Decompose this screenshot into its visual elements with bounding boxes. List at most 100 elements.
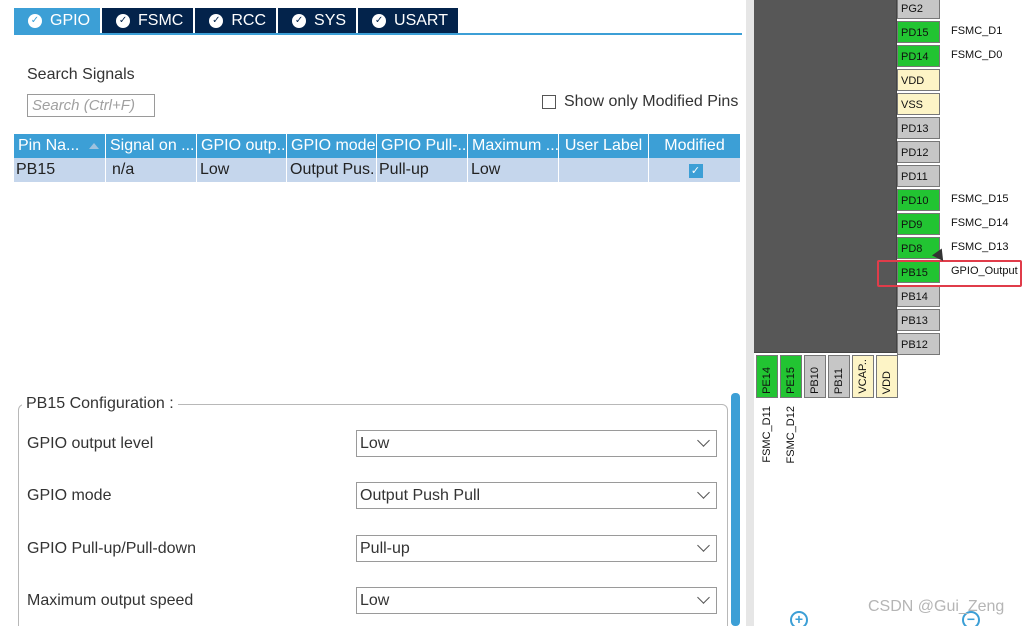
column-header-modified[interactable]: Modified xyxy=(649,134,740,158)
chevron-down-icon xyxy=(697,539,710,552)
pin-pd11[interactable]: PD11 xyxy=(897,165,940,187)
check-circle-icon: ✓ xyxy=(372,13,387,28)
zoom-in-button[interactable]: + xyxy=(790,611,808,626)
cell-pin-name: PB15 xyxy=(14,158,106,182)
column-header-gpio-pull[interactable]: GPIO Pull-... xyxy=(377,134,468,158)
tab-underline xyxy=(14,33,742,35)
pin-signal-label: FSMC_D12 xyxy=(785,406,797,464)
signals-table: Pin Na... Signal on ... GPIO outp... GPI… xyxy=(14,134,740,182)
tab-label: GPIO xyxy=(50,11,91,29)
column-header-label: Modified xyxy=(664,137,725,154)
column-header-user-label[interactable]: User Label xyxy=(559,134,649,158)
table-header: Pin Na... Signal on ... GPIO outp... GPI… xyxy=(14,134,740,158)
pin-pe15[interactable]: PE15 xyxy=(780,355,802,398)
pin-pb12[interactable]: PB12 xyxy=(897,333,940,355)
select-value: Low xyxy=(360,435,390,452)
watermark: CSDN @Gui_Zeng xyxy=(868,598,1005,615)
check-circle-icon: ✓ xyxy=(116,13,131,28)
pin-pb10[interactable]: PB10 xyxy=(804,355,826,398)
tab-label: USART xyxy=(394,11,448,29)
table-row[interactable]: PB15 n/a Low Output Pus... Pull-up Low ✓ xyxy=(14,158,740,182)
pin-signal-label: FSMC_D14 xyxy=(951,217,1009,229)
select-value: Low xyxy=(360,592,390,609)
column-header-label: GPIO outp... xyxy=(201,137,287,154)
pin-name-label: PB10 xyxy=(809,367,821,394)
sort-ascending-icon xyxy=(89,143,99,149)
pin-name-label: PE15 xyxy=(785,367,797,394)
select-value: Pull-up xyxy=(360,540,410,557)
column-header-label: Signal on ... xyxy=(110,137,195,154)
gpio-mode-select[interactable]: Output Push Pull xyxy=(356,482,717,509)
checkbox-box[interactable] xyxy=(542,95,556,109)
pin-name-label: VDD xyxy=(881,370,893,394)
pin-signal-label: FSMC_D15 xyxy=(951,193,1009,205)
tab-sys[interactable]: ✓ SYS xyxy=(278,8,357,33)
tab-gpio[interactable]: ✓ GPIO xyxy=(14,8,101,33)
search-signals-label: Search Signals xyxy=(27,66,135,83)
chevron-down-icon xyxy=(697,591,710,604)
gpio-output-level-select[interactable]: Low xyxy=(356,430,717,457)
gpio-output-level-label: GPIO output level xyxy=(27,435,154,452)
cell-output-level: Low xyxy=(197,158,287,182)
tab-usart[interactable]: ✓ USART xyxy=(358,8,458,33)
peripheral-tab-bar: ✓ GPIO ✓ FSMC ✓ RCC ✓ SYS ✓ USART xyxy=(14,8,460,33)
select-value: Output Push Pull xyxy=(360,487,481,504)
pin-pb11[interactable]: PB11 xyxy=(828,355,850,398)
column-header-label: GPIO Pull-... xyxy=(381,137,468,154)
cell-gpio-mode: Output Pus... xyxy=(287,158,377,182)
pin-vdd[interactable]: VDD xyxy=(897,69,940,91)
check-circle-icon: ✓ xyxy=(209,13,224,28)
gpio-mode-label: GPIO mode xyxy=(27,487,112,504)
pin-vdd[interactable]: VDD xyxy=(876,355,898,398)
gpio-pull-select[interactable]: Pull-up xyxy=(356,535,717,562)
pinout-config-panel: ✓ GPIO ✓ FSMC ✓ RCC ✓ SYS ✓ USART Search Sign… xyxy=(0,0,746,626)
column-header-maximum[interactable]: Maximum ... xyxy=(468,134,559,158)
check-circle-icon: ✓ xyxy=(28,13,42,28)
column-header-label: Maximum ... xyxy=(472,137,559,154)
pin-name-label: PB11 xyxy=(833,367,845,394)
pin-pd12[interactable]: PD12 xyxy=(897,141,940,163)
tab-label: SYS xyxy=(314,11,347,29)
cell-gpio-pull: Pull-up xyxy=(377,158,468,182)
check-circle-icon: ✓ xyxy=(292,13,307,28)
mcu-chip-body xyxy=(754,0,897,353)
pin-name-label: PE14 xyxy=(761,367,773,394)
cell-modified: ✓ xyxy=(649,158,740,182)
gpio-pull-label: GPIO Pull-up/Pull-down xyxy=(27,540,196,557)
pb15-highlight-box xyxy=(877,260,1022,287)
column-header-label: User Label xyxy=(564,137,643,154)
column-header-pin-name[interactable]: Pin Na... xyxy=(14,134,106,158)
pin-pd15[interactable]: PD15 xyxy=(897,21,940,43)
column-header-gpio-output[interactable]: GPIO outp... xyxy=(197,134,287,158)
pin-configuration-title: PB15 Configuration : xyxy=(22,395,178,413)
cell-max-speed: Low xyxy=(468,158,559,182)
vertical-scrollbar[interactable] xyxy=(731,393,740,626)
max-output-speed-select[interactable]: Low xyxy=(356,587,717,614)
tab-label: FSMC xyxy=(138,11,184,29)
pin-pb13[interactable]: PB13 xyxy=(897,309,940,331)
cell-user-label[interactable] xyxy=(559,158,649,182)
pin-pd9[interactable]: PD9 xyxy=(897,213,940,235)
panel-splitter[interactable] xyxy=(746,0,754,626)
pin-vss[interactable]: VSS xyxy=(897,93,940,115)
tab-rcc[interactable]: ✓ RCC xyxy=(195,8,277,33)
tab-fsmc[interactable]: ✓ FSMC xyxy=(102,8,194,33)
pin-signal-label: FSMC_D0 xyxy=(951,49,1003,61)
pin-pe14[interactable]: PE14 xyxy=(756,355,778,398)
tab-label: RCC xyxy=(231,11,267,29)
pin-pb14[interactable]: PB14 xyxy=(897,285,940,307)
max-output-speed-label: Maximum output speed xyxy=(27,592,194,609)
pin-signal-label: FSMC_D13 xyxy=(951,241,1009,253)
column-header-gpio-mode[interactable]: GPIO mode xyxy=(287,134,377,158)
cell-signal: n/a xyxy=(106,158,197,182)
pin-pd13[interactable]: PD13 xyxy=(897,117,940,139)
pin-pd10[interactable]: PD10 xyxy=(897,189,940,211)
pin-pd14[interactable]: PD14 xyxy=(897,45,940,67)
pin-vcap[interactable]: VCAP.. xyxy=(852,355,874,398)
search-input[interactable] xyxy=(27,94,155,117)
pin-pg2[interactable]: PG2 xyxy=(897,0,940,19)
pin-name-label: VCAP.. xyxy=(857,359,869,394)
show-modified-checkbox[interactable]: Show only Modified Pins xyxy=(542,93,738,111)
column-header-label: Pin Na... xyxy=(18,137,80,154)
column-header-signal[interactable]: Signal on ... xyxy=(106,134,197,158)
